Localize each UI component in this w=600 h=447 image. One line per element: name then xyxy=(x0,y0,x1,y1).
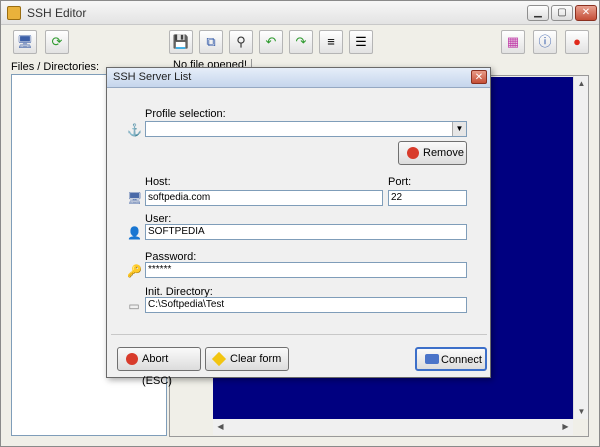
window-title: SSH Editor xyxy=(27,6,87,20)
info-toolbar-button[interactable]: ⓘ xyxy=(533,30,557,54)
indent-toolbar-button[interactable]: ≡ xyxy=(319,30,343,54)
remove-icon xyxy=(407,147,419,159)
horizontal-scrollbar[interactable]: ◀ ▶ xyxy=(213,419,573,435)
host-label: Host: xyxy=(145,176,171,188)
connect-icon: 🖥 xyxy=(16,34,34,49)
minimize-button[interactable]: ▁ xyxy=(527,5,549,21)
record-icon: ● xyxy=(573,34,581,49)
drive-icon: ▭ xyxy=(128,299,140,313)
record-toolbar-button[interactable]: ● xyxy=(565,30,589,54)
undo-toolbar-button[interactable]: ↶ xyxy=(259,30,283,54)
user-icon: 👤 xyxy=(127,226,142,240)
close-button[interactable]: ✕ xyxy=(575,5,597,21)
find-icon: ⚲ xyxy=(236,34,246,49)
scroll-up-icon[interactable]: ▲ xyxy=(574,76,589,91)
save-all-toolbar-button[interactable]: ⧉ xyxy=(199,30,223,54)
refresh-toolbar-button[interactable]: ⟳ xyxy=(45,30,69,54)
key-icon: 🔑 xyxy=(127,264,142,278)
vertical-scrollbar[interactable]: ▲ ▼ xyxy=(573,76,588,419)
computer-icon: 🖥 xyxy=(127,191,143,205)
info-icon: ⓘ xyxy=(538,34,552,49)
connect-toolbar-button[interactable]: 🖥 xyxy=(13,30,37,54)
dialog-close-button[interactable]: ✕ xyxy=(471,70,487,84)
connect-plug-icon xyxy=(425,354,439,364)
init-directory-field[interactable]: C:\Softpedia\Test xyxy=(145,297,467,313)
save-all-icon: ⧉ xyxy=(206,34,216,49)
user-field[interactable]: SOFTPEDIA xyxy=(145,224,467,240)
files-directories-label: Files / Directories: xyxy=(11,61,100,73)
title-bar: SSH Editor ▁ ▢ ✕ xyxy=(1,1,599,25)
dialog-title: SSH Server List xyxy=(113,71,192,83)
indent-icon: ≡ xyxy=(327,34,335,49)
refresh-icon: ⟳ xyxy=(51,34,63,49)
scroll-left-icon[interactable]: ◀ xyxy=(213,419,228,435)
profile-select[interactable]: ▼ xyxy=(145,121,467,137)
colors-toolbar-button[interactable]: ▦ xyxy=(501,30,525,54)
host-field[interactable]: softpedia.com xyxy=(145,190,383,206)
abort-icon xyxy=(126,353,138,365)
clear-form-button[interactable]: Clear form xyxy=(205,347,289,371)
abort-button-label: Abort (ESC) xyxy=(142,353,172,387)
redo-toolbar-button[interactable]: ↷ xyxy=(289,30,313,54)
connect-button-label: Connect xyxy=(441,354,482,366)
clear-form-icon xyxy=(211,351,227,367)
profile-selection-label: Profile selection: xyxy=(145,108,226,120)
connect-button[interactable]: Connect xyxy=(415,347,487,371)
dialog-title-bar: SSH Server List ✕ xyxy=(107,68,490,88)
remove-button-label: Remove xyxy=(423,147,464,159)
password-field[interactable]: ****** xyxy=(145,262,467,278)
port-label: Port: xyxy=(388,176,412,188)
anchor-icon: ⚓ xyxy=(127,123,142,137)
outdent-toolbar-button[interactable]: ☰ xyxy=(349,30,373,54)
scroll-right-icon[interactable]: ▶ xyxy=(558,419,573,435)
dialog-separator xyxy=(111,334,487,335)
remove-button[interactable]: Remove xyxy=(398,141,467,165)
abort-button[interactable]: Abort (ESC) xyxy=(117,347,201,387)
undo-icon: ↶ xyxy=(265,34,277,49)
app-icon xyxy=(7,6,21,20)
clear-form-button-label: Clear form xyxy=(230,353,282,365)
colors-icon: ▦ xyxy=(506,34,520,49)
save-icon: 💾 xyxy=(172,34,190,49)
maximize-button[interactable]: ▢ xyxy=(551,5,573,21)
dropdown-arrow-icon[interactable]: ▼ xyxy=(452,122,466,136)
redo-icon: ↷ xyxy=(295,34,307,49)
find-toolbar-button[interactable]: ⚲ xyxy=(229,30,253,54)
save-toolbar-button[interactable]: 💾 xyxy=(169,30,193,54)
ssh-server-list-dialog: SSH Server List ✕ Profile selection: ⚓ ▼… xyxy=(106,67,491,387)
outdent-icon: ☰ xyxy=(355,34,367,49)
scroll-down-icon[interactable]: ▼ xyxy=(574,404,589,419)
port-field[interactable]: 22 xyxy=(388,190,467,206)
